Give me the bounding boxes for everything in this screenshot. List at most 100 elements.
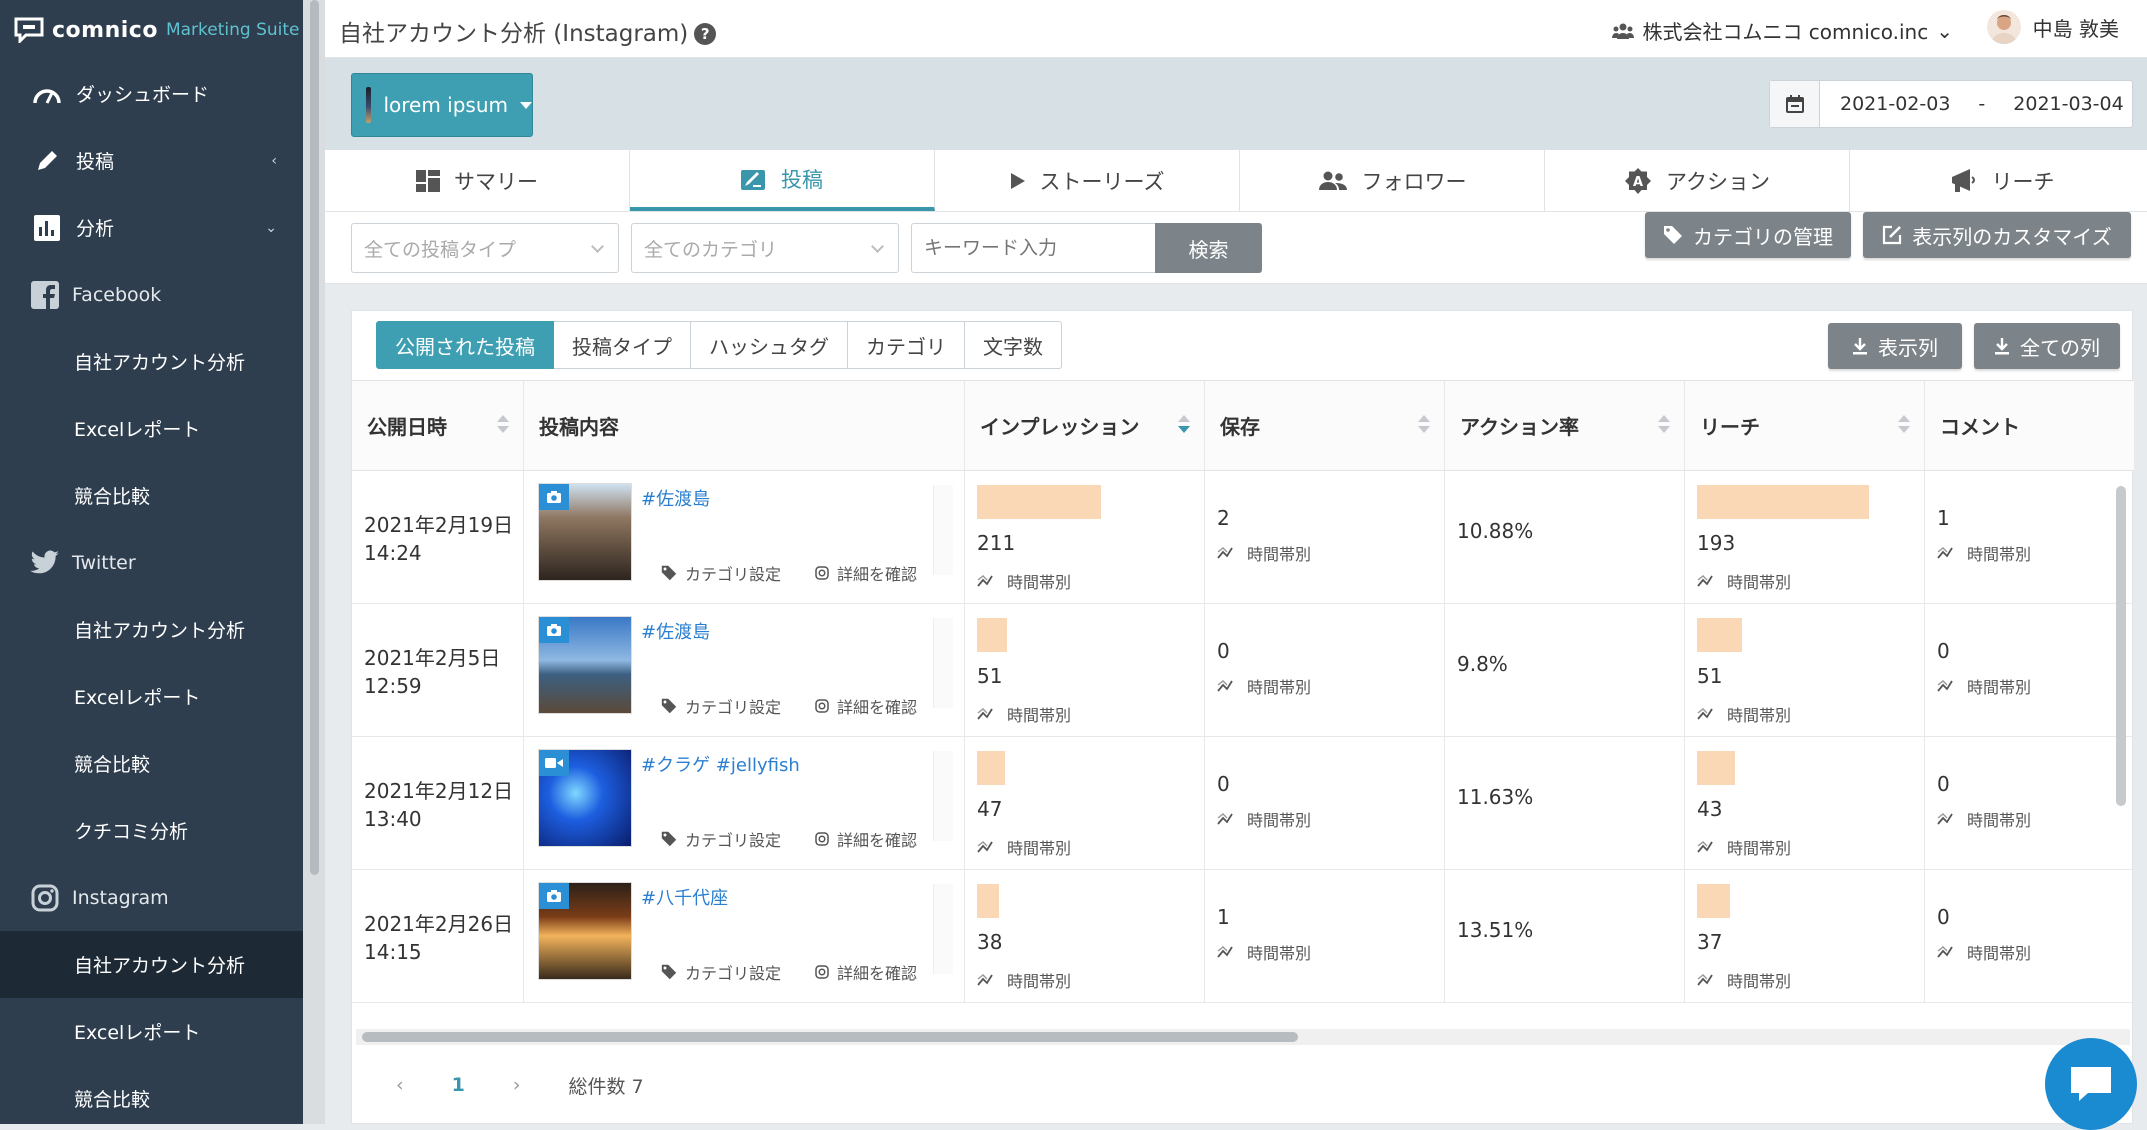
sidebar-item-twitter-buzz[interactable]: クチコミ分析 (0, 797, 303, 864)
tab-posts[interactable]: 投稿 (630, 150, 935, 211)
table-vertical-scrollbar[interactable] (2114, 476, 2128, 1021)
post-hashtags[interactable]: #クラゲ #jellyfish (641, 751, 800, 777)
sidebar-item-dashboard[interactable]: ダッシュボード (0, 60, 303, 127)
sidebar-scrollbar-thumb[interactable] (310, 0, 319, 875)
sidebar-item-instagram-excel[interactable]: Excelレポート (0, 998, 303, 1065)
scrollbar-thumb[interactable] (2116, 486, 2126, 806)
by-time-link[interactable]: 時間帯別 (1697, 968, 1791, 992)
tab-reach[interactable]: リーチ (1850, 150, 2147, 211)
by-time-link[interactable]: 時間帯別 (977, 968, 1071, 992)
sidebar-item-instagram-account[interactable]: 自社アカウント分析 (0, 931, 303, 998)
by-time-link[interactable]: 時間帯別 (977, 569, 1071, 593)
column-header-reach[interactable]: リーチ (1685, 381, 1925, 470)
manage-categories-button[interactable]: カテゴリの管理 (1645, 212, 1851, 258)
export-visible-columns-button[interactable]: 表示列 (1828, 323, 1962, 369)
post-type-select[interactable]: 全ての投稿タイプ (351, 223, 619, 273)
sidebar-section-twitter[interactable]: Twitter (0, 529, 303, 596)
sidebar-item-instagram-competitor[interactable]: 競合比較 (0, 1065, 303, 1124)
sidebar-item-twitter-competitor[interactable]: 競合比較 (0, 730, 303, 797)
column-header-impressions[interactable]: インプレッション (965, 381, 1205, 470)
reach-cell: 193 時間帯別 (1685, 471, 1925, 603)
section-label: Facebook (72, 283, 162, 306)
help-icon[interactable]: ? (694, 23, 717, 45)
account-selector-button[interactable]: lorem ipsum (351, 73, 533, 137)
export-all-columns-button[interactable]: 全ての列 (1974, 323, 2120, 369)
by-time-link[interactable]: 時間帯別 (1937, 541, 2031, 565)
column-header-published-at[interactable]: 公開日時 (352, 381, 524, 470)
subtab-hashtag[interactable]: ハッシュタグ (691, 321, 848, 369)
sort-icon[interactable] (1898, 415, 1910, 433)
prev-page-button[interactable]: ‹ (396, 1074, 404, 1096)
sort-desc-icon[interactable] (1178, 415, 1190, 433)
post-hashtags[interactable]: #八千代座 (641, 884, 728, 910)
category-setting-link[interactable]: カテゴリ設定 (661, 960, 781, 984)
table-horizontal-scrollbar[interactable] (356, 1029, 2130, 1045)
sort-icon[interactable] (1658, 415, 1670, 433)
by-time-link[interactable]: 時間帯別 (977, 835, 1071, 859)
by-time-link[interactable]: 時間帯別 (1217, 674, 1311, 698)
sort-icon[interactable] (497, 415, 509, 433)
by-time-link[interactable]: 時間帯別 (977, 702, 1071, 726)
column-header-action-rate[interactable]: アクション率 (1445, 381, 1685, 470)
sidebar-item-facebook-excel[interactable]: Excelレポート (0, 395, 303, 462)
customize-columns-button[interactable]: 表示列のカスタマイズ (1863, 212, 2131, 258)
by-time-link[interactable]: 時間帯別 (1217, 807, 1311, 831)
sidebar-item-facebook-competitor[interactable]: 競合比較 (0, 462, 303, 529)
sidebar-item-twitter-excel[interactable]: Excelレポート (0, 663, 303, 730)
sidebar-item-facebook-account[interactable]: 自社アカウント分析 (0, 328, 303, 395)
view-detail-link[interactable]: 詳細を確認 (815, 960, 917, 984)
date-end[interactable]: 2021-03-04 (2013, 93, 2123, 115)
subtab-category[interactable]: カテゴリ (848, 321, 965, 369)
by-time-link[interactable]: 時間帯別 (1697, 702, 1791, 726)
category-select[interactable]: 全てのカテゴリ (631, 223, 899, 273)
by-time-link[interactable]: 時間帯別 (1937, 674, 2031, 698)
sort-icon[interactable] (1418, 415, 1430, 433)
category-setting-link[interactable]: カテゴリ設定 (661, 694, 781, 718)
tab-summary[interactable]: サマリー (325, 150, 630, 211)
post-thumbnail[interactable] (538, 616, 632, 714)
by-time-link[interactable]: 時間帯別 (1937, 940, 2031, 964)
trend-icon (1217, 679, 1233, 693)
post-thumbnail[interactable] (538, 483, 632, 581)
column-header-saves[interactable]: 保存 (1205, 381, 1445, 470)
category-setting-link[interactable]: カテゴリ設定 (661, 827, 781, 851)
next-page-button[interactable]: › (513, 1074, 521, 1096)
tab-stories[interactable]: ストーリーズ (935, 150, 1240, 211)
post-hashtags[interactable]: #佐渡島 (641, 485, 710, 511)
sidebar-item-twitter-account[interactable]: 自社アカウント分析 (0, 596, 303, 663)
sidebar-section-facebook[interactable]: Facebook (0, 261, 303, 328)
by-time-link[interactable]: 時間帯別 (1697, 835, 1791, 859)
post-thumbnail[interactable] (538, 749, 632, 847)
by-time-link[interactable]: 時間帯別 (1217, 541, 1311, 565)
by-time-link[interactable]: 時間帯別 (1217, 940, 1311, 964)
page-number-current[interactable]: 1 (452, 1074, 465, 1096)
scrollbar-thumb[interactable] (362, 1032, 1298, 1042)
by-time-link[interactable]: 時間帯別 (1697, 569, 1791, 593)
sidebar-section-instagram[interactable]: Instagram (0, 864, 303, 931)
by-time-link[interactable]: 時間帯別 (1937, 807, 2031, 831)
tab-followers[interactable]: フォロワー (1240, 150, 1545, 211)
post-thumbnail[interactable] (538, 882, 632, 980)
user-menu[interactable]: 中島 敦美 (1986, 10, 2119, 44)
chat-launcher-button[interactable] (2045, 1038, 2137, 1130)
sidebar-item-analysis[interactable]: 分析 ⌄ (0, 194, 303, 261)
company-switcher[interactable]: 株式会社コムニコ comnico.inc ⌄ (1612, 16, 1953, 45)
search-button[interactable]: 検索 (1155, 223, 1262, 273)
subtab-post-type[interactable]: 投稿タイプ (554, 321, 691, 369)
view-detail-link[interactable]: 詳細を確認 (815, 827, 917, 851)
post-hashtags[interactable]: #佐渡島 (641, 618, 710, 644)
logo[interactable]: comnico Marketing Suite (0, 0, 303, 60)
date-start[interactable]: 2021-02-03 (1840, 93, 1950, 115)
column-header-comments[interactable]: コメント (1925, 381, 2134, 470)
category-setting-link[interactable]: カテゴリ設定 (661, 561, 781, 585)
subtab-char-count[interactable]: 文字数 (965, 321, 1062, 369)
date-range-picker[interactable]: 2021-02-03 - 2021-03-04 (1769, 80, 2133, 128)
subtab-published-posts[interactable]: 公開された投稿 (376, 321, 554, 369)
tab-actions[interactable]: A アクション (1545, 150, 1850, 211)
view-detail-link[interactable]: 詳細を確認 (815, 561, 917, 585)
by-time-label: 時間帯別 (1967, 678, 2032, 697)
keyword-input[interactable] (911, 223, 1155, 273)
comments-cell: 1 時間帯別 (1925, 471, 2134, 603)
sidebar-item-posts[interactable]: 投稿 ‹ (0, 127, 303, 194)
view-detail-link[interactable]: 詳細を確認 (815, 694, 917, 718)
